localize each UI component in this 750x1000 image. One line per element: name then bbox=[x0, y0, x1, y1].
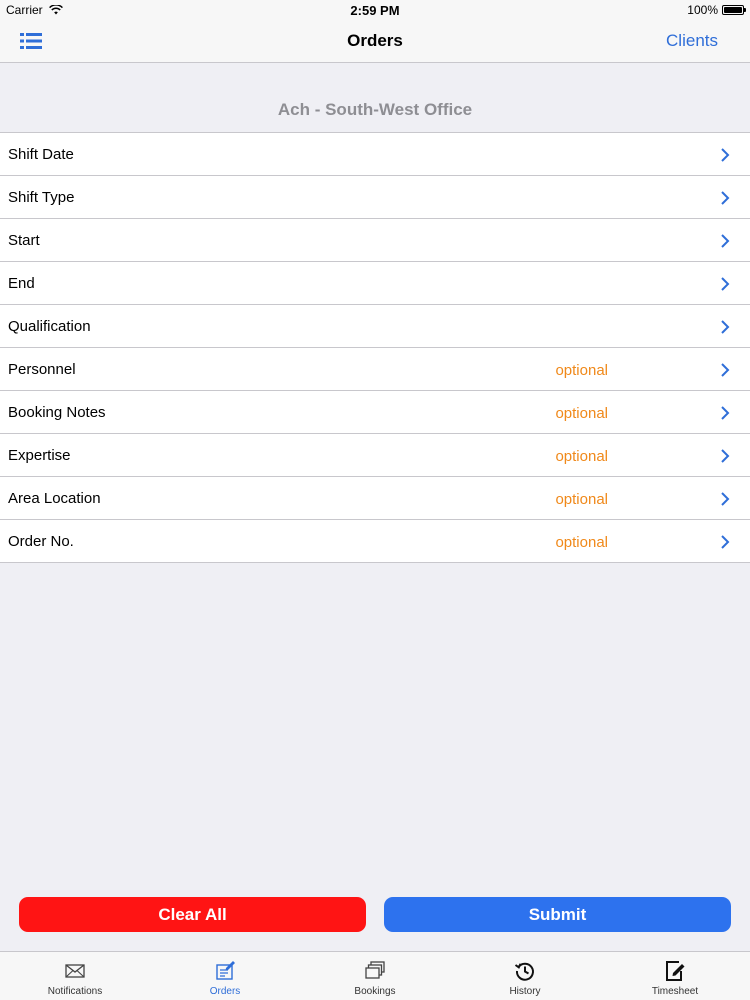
tab-label: Timesheet bbox=[651, 986, 699, 997]
row-hint: optional bbox=[555, 362, 608, 379]
chevron-right-icon bbox=[721, 363, 730, 377]
tab-notifications[interactable]: Notifications bbox=[0, 952, 150, 1000]
battery-icon bbox=[722, 5, 746, 15]
order-form-list: Shift Date Shift Type Start End Qualific… bbox=[0, 132, 750, 563]
row-start[interactable]: Start bbox=[0, 219, 750, 262]
chevron-right-icon bbox=[721, 277, 730, 291]
tab-bookings[interactable]: Bookings bbox=[300, 952, 450, 1000]
stacked-cards-icon bbox=[365, 961, 385, 979]
row-shift-date[interactable]: Shift Date bbox=[0, 133, 750, 176]
status-right: 100% bbox=[687, 3, 746, 17]
order-form-icon bbox=[216, 961, 235, 980]
tab-history[interactable]: History bbox=[450, 952, 600, 1000]
page-title: Orders bbox=[347, 31, 403, 50]
envelope-icon bbox=[65, 964, 85, 978]
menu-button[interactable] bbox=[20, 32, 42, 50]
status-bar: Carrier 2:59 PM 100% bbox=[0, 0, 750, 20]
row-personnel[interactable]: Personnel optional bbox=[0, 348, 750, 391]
row-label: Shift Date bbox=[8, 146, 74, 163]
row-label: Start bbox=[8, 232, 40, 249]
tab-label: Notifications bbox=[47, 986, 103, 997]
tab-timesheet[interactable]: Timesheet bbox=[600, 952, 750, 1000]
chevron-right-icon bbox=[721, 406, 730, 420]
row-label: Area Location bbox=[8, 490, 101, 507]
navigation-bar: Orders Clients bbox=[0, 20, 750, 63]
row-label: Qualification bbox=[8, 318, 91, 335]
row-label: Personnel bbox=[8, 361, 76, 378]
tab-label: History bbox=[509, 986, 541, 997]
row-label: Shift Type bbox=[8, 189, 75, 206]
tab-bar: Notifications Orders Bookings History Ti… bbox=[0, 951, 750, 1000]
chevron-right-icon bbox=[721, 234, 730, 248]
row-hint: optional bbox=[555, 448, 608, 465]
row-label: Expertise bbox=[8, 447, 71, 464]
submit-button[interactable]: Submit bbox=[384, 897, 731, 932]
row-label: Booking Notes bbox=[8, 404, 106, 421]
row-expertise[interactable]: Expertise optional bbox=[0, 434, 750, 477]
section-header: Ach - South-West Office bbox=[277, 100, 473, 119]
row-booking-notes[interactable]: Booking Notes optional bbox=[0, 391, 750, 434]
row-shift-type[interactable]: Shift Type bbox=[0, 176, 750, 219]
edit-sheet-icon bbox=[666, 961, 685, 981]
chevron-right-icon bbox=[721, 535, 730, 549]
row-order-no[interactable]: Order No. optional bbox=[0, 520, 750, 563]
battery-fill bbox=[724, 7, 742, 13]
tab-label: Bookings bbox=[354, 986, 396, 997]
row-hint: optional bbox=[555, 491, 608, 508]
chevron-right-icon bbox=[721, 191, 730, 205]
tab-label: Orders bbox=[209, 986, 241, 997]
chevron-right-icon bbox=[721, 492, 730, 506]
clients-button[interactable]: Clients bbox=[666, 31, 718, 51]
row-area-location[interactable]: Area Location optional bbox=[0, 477, 750, 520]
chevron-right-icon bbox=[721, 449, 730, 463]
row-hint: optional bbox=[555, 534, 608, 551]
row-qualification[interactable]: Qualification bbox=[0, 305, 750, 348]
row-label: Order No. bbox=[8, 533, 74, 550]
row-end[interactable]: End bbox=[0, 262, 750, 305]
history-clock-icon bbox=[514, 962, 534, 981]
tab-orders[interactable]: Orders bbox=[150, 952, 300, 1000]
battery-label: 100% bbox=[687, 3, 718, 17]
list-icon bbox=[20, 33, 42, 49]
chevron-right-icon bbox=[721, 148, 730, 162]
chevron-right-icon bbox=[721, 320, 730, 334]
row-hint: optional bbox=[555, 405, 608, 422]
row-label: End bbox=[8, 275, 35, 292]
status-time: 2:59 PM bbox=[350, 3, 400, 18]
clear-all-button[interactable]: Clear All bbox=[19, 897, 366, 932]
